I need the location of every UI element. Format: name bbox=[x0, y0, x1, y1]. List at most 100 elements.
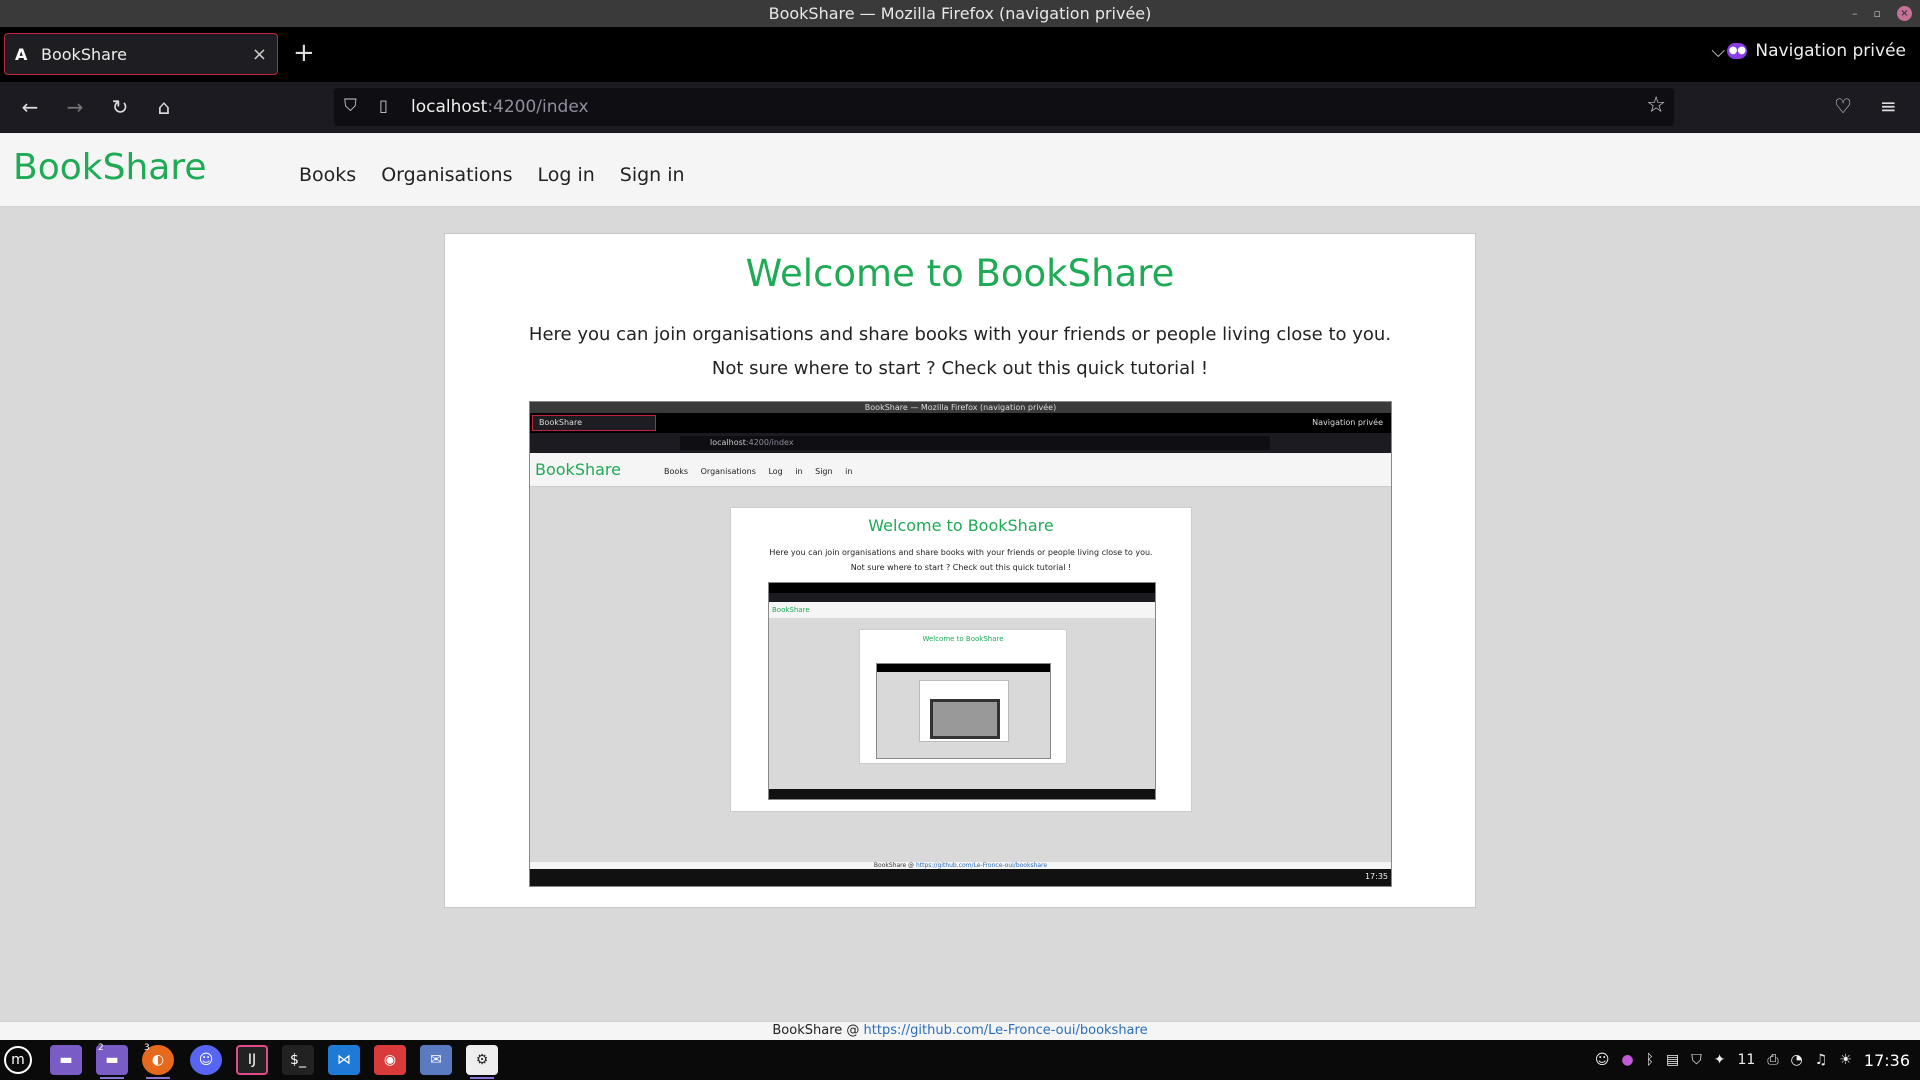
reload-icon[interactable]: ↻ bbox=[106, 94, 134, 120]
nested-navbar bbox=[769, 593, 1155, 602]
vscode-icon[interactable]: ⋈ bbox=[328, 1045, 360, 1075]
list-tabs-chevron-down-icon[interactable]: ⌵ bbox=[1711, 41, 1725, 62]
tab-bookshare[interactable]: A BookShare × bbox=[4, 33, 278, 75]
back-icon[interactable]: ← bbox=[16, 94, 44, 120]
files-icon[interactable]: ▬ bbox=[50, 1045, 82, 1075]
terminal-icon[interactable]: $_ bbox=[282, 1045, 314, 1075]
system-tray: ☺ ● ᛒ ▤ ⛉ ✦ 11 ⎙ ◔ ♫ ☀ 17:36 bbox=[1595, 1040, 1910, 1080]
url-host: localhost bbox=[411, 97, 488, 117]
nested-mini-card bbox=[919, 680, 1009, 742]
welcome-card: Welcome to BookShare Here you can join o… bbox=[444, 233, 1476, 908]
firefox-tray-icon[interactable]: ● bbox=[1621, 1052, 1633, 1068]
shot-private-label: Navigation privée bbox=[1312, 418, 1383, 427]
footer-prefix: BookShare @ bbox=[772, 1023, 860, 1038]
shot-intro: Here you can join organisations and shar… bbox=[769, 548, 1153, 557]
git-icon[interactable]: ◉ bbox=[374, 1045, 406, 1075]
os-taskbar: m ▬ 2 ▬ 3 ◐ ☺ IJ $_ ⋈ ◉ ✉ ⚙ ☺ ● ᛒ ▤ ⛉ ✦ 11… bbox=[0, 1040, 1920, 1080]
brightness-icon[interactable]: ☀ bbox=[1839, 1052, 1852, 1068]
page-info-icon[interactable]: ▯ bbox=[379, 96, 388, 115]
tray-count[interactable]: 11 bbox=[1738, 1052, 1756, 1068]
nested-brand: BookShare bbox=[769, 602, 1155, 618]
nested-card: Welcome to BookShare bbox=[859, 629, 1067, 764]
menu-icon[interactable]: m bbox=[4, 1046, 32, 1074]
nested-tabstrip bbox=[769, 583, 1155, 593]
printer-icon[interactable]: ⎙ bbox=[1767, 1052, 1778, 1068]
discord-tray-icon[interactable]: ☺ bbox=[1595, 1052, 1610, 1068]
mail-icon[interactable]: ✉ bbox=[420, 1045, 452, 1075]
shot-url-path: :4200/index bbox=[745, 438, 794, 447]
nav-sign-in[interactable]: Sign in bbox=[620, 164, 685, 186]
shot-welcome-card: Welcome to BookShare Here you can join o… bbox=[730, 507, 1192, 812]
shot-url-host: localhost bbox=[710, 438, 746, 447]
tutorial-screenshot: BookShare — Mozilla Firefox (navigation … bbox=[529, 401, 1392, 887]
window-title: BookShare — Mozilla Firefox (navigation … bbox=[768, 4, 1152, 23]
navigation-toolbar: ← → ↻ ⌂ ⛉ ▯ localhost:4200/index ☆ ♡ ≡ bbox=[0, 82, 1920, 133]
tab-title: BookShare bbox=[41, 44, 127, 64]
window-titlebar: BookShare — Mozilla Firefox (navigation … bbox=[0, 0, 1920, 27]
maximize-icon[interactable]: ▫ bbox=[1874, 0, 1881, 27]
nested-mini-screenshot bbox=[876, 663, 1051, 759]
nested-mini-bar bbox=[877, 664, 1050, 672]
tab-favicon-icon: A bbox=[15, 44, 28, 64]
shot-footer: BookShare @ https://github.com/Le-Fronce… bbox=[530, 862, 1391, 869]
app-nav: Books Organisations Log in Sign in bbox=[299, 164, 685, 186]
private-label: Navigation privée bbox=[1755, 41, 1906, 61]
shot-titlebar: BookShare — Mozilla Firefox (navigation … bbox=[530, 402, 1391, 413]
settings-icon[interactable]: ⚙ bbox=[466, 1045, 498, 1079]
minimize-icon[interactable]: – bbox=[1852, 0, 1858, 27]
nav-books[interactable]: Books bbox=[299, 164, 356, 186]
private-browsing-indicator: ●● Navigation privée bbox=[1727, 41, 1906, 61]
discord-icon[interactable]: ☺ bbox=[190, 1045, 222, 1075]
firefox-count-badge: 3 bbox=[144, 1043, 150, 1053]
pocket-icon[interactable]: ♡ bbox=[1834, 94, 1852, 118]
intellij-icon[interactable]: IJ bbox=[236, 1045, 268, 1075]
nested-heading: Welcome to BookShare bbox=[922, 635, 1004, 643]
page-footer: BookShare @ https://github.com/Le-Fronce… bbox=[0, 1021, 1920, 1040]
url-text[interactable]: localhost:4200/index bbox=[411, 97, 589, 117]
forward-icon[interactable]: → bbox=[61, 94, 89, 120]
url-path: :4200/index bbox=[487, 97, 589, 117]
shot-tabstrip: BookShare Navigation privée bbox=[530, 413, 1391, 433]
shot-footer-link: https://github.com/Le-Fronce-oui/booksha… bbox=[915, 862, 1048, 869]
footer-github-link[interactable]: https://github.com/Le-Fronce-oui/booksha… bbox=[864, 1023, 1148, 1038]
shot-brand: BookShare bbox=[535, 460, 621, 479]
nav-log-in[interactable]: Log in bbox=[537, 164, 594, 186]
nav-organisations[interactable]: Organisations bbox=[381, 164, 512, 186]
firefox-icon[interactable]: 3 ◐ bbox=[142, 1043, 174, 1079]
new-tab-icon[interactable]: + bbox=[293, 39, 315, 67]
nested-taskbar bbox=[769, 789, 1155, 799]
shot-navbar: localhost:4200/index bbox=[530, 433, 1391, 453]
clock[interactable]: 17:36 bbox=[1864, 1051, 1910, 1070]
tutorial-prompt: Not sure where to start ? Check out this… bbox=[711, 358, 1209, 379]
shot-clock: 17:35 bbox=[1364, 872, 1388, 881]
home-icon[interactable]: ⌂ bbox=[150, 94, 178, 120]
shot-nav-links: Books Organisations Log in Sign in bbox=[664, 467, 853, 476]
wifi-icon[interactable]: ◔ bbox=[1791, 1052, 1803, 1068]
nested-mini-image bbox=[930, 699, 1000, 739]
bookmark-star-icon[interactable]: ☆ bbox=[1646, 93, 1666, 118]
url-bar[interactable]: ⛉ ▯ localhost:4200/index ☆ bbox=[334, 88, 1674, 126]
brand-logo[interactable]: BookShare bbox=[13, 147, 206, 188]
shot-tab: BookShare bbox=[532, 415, 656, 431]
bluetooth-icon[interactable]: ᛒ bbox=[1646, 1052, 1654, 1068]
sound-icon[interactable]: ♫ bbox=[1815, 1052, 1828, 1068]
shot-taskbar: 17:35 bbox=[530, 869, 1391, 886]
welcome-heading: Welcome to BookShare bbox=[745, 252, 1175, 295]
intro-text: Here you can join organisations and shar… bbox=[528, 324, 1392, 345]
shot-app-header: BookShare Books Organisations Log in Sig… bbox=[530, 453, 1391, 487]
tab-close-icon[interactable]: × bbox=[252, 44, 267, 65]
shot-footer-prefix: BookShare @ bbox=[873, 862, 915, 869]
clipboard-icon[interactable]: ▤ bbox=[1666, 1052, 1679, 1068]
tab-strip: A BookShare × + ⌵ ●● Navigation privée bbox=[0, 27, 1920, 82]
shot-tutorial-prompt: Not sure where to start ? Check out this… bbox=[850, 563, 1072, 572]
shot-url: localhost:4200/index bbox=[680, 436, 1270, 450]
close-window-icon[interactable]: × bbox=[1897, 6, 1912, 21]
shot-nested-screenshot: BookShare Welcome to BookShare bbox=[768, 582, 1156, 800]
files-window-icon[interactable]: 2 ▬ bbox=[96, 1043, 128, 1079]
tracking-shield-icon[interactable]: ⛉ bbox=[344, 96, 357, 116]
notifications-icon[interactable]: ✦ bbox=[1714, 1052, 1726, 1068]
shield-icon[interactable]: ⛉ bbox=[1691, 1052, 1702, 1068]
shot-heading: Welcome to BookShare bbox=[868, 516, 1054, 535]
menu-hamburger-icon[interactable]: ≡ bbox=[1880, 94, 1897, 118]
app-header: BookShare Books Organisations Log in Sig… bbox=[0, 133, 1920, 207]
